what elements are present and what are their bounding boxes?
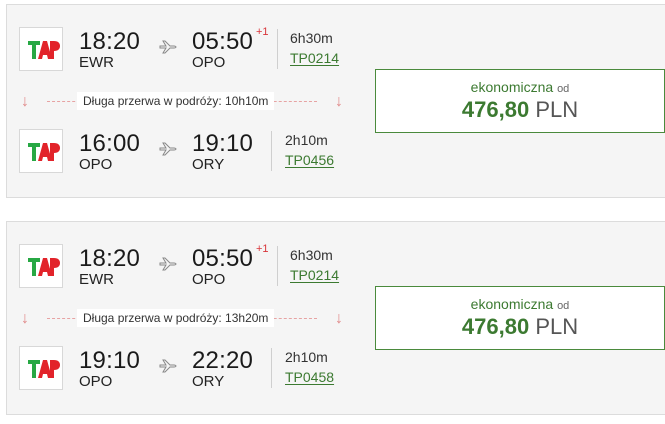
price-button[interactable]: ekonomiczna od 476,80 PLN xyxy=(375,69,665,133)
price-button[interactable]: ekonomiczna od 476,80 PLN xyxy=(375,286,665,350)
plane-icon xyxy=(159,141,177,157)
flight-segment-connecting: 16:00 OPO 19:10 ORY 2h10m TP0456 xyxy=(7,127,377,191)
flight-number-link[interactable]: TP0214 xyxy=(290,50,339,66)
flight-segment-outbound: 18:20 EWR 05:50 +1 OPO 6h30m TP0214 xyxy=(7,242,377,306)
tap-logo xyxy=(19,27,63,71)
departure-time: 18:20 xyxy=(79,28,141,55)
price-amount: 476,80 PLN xyxy=(461,314,579,339)
arrival-airport: ORY xyxy=(192,156,225,173)
flight-segment-connecting: 19:10 OPO 22:20 ORY 2h10m TP0458 xyxy=(7,344,377,408)
next-day-badge: +1 xyxy=(256,243,269,255)
flight-number-link[interactable]: TP0458 xyxy=(285,369,334,385)
departure-time: 18:20 xyxy=(79,245,141,272)
flight-duration: 6h30m xyxy=(290,30,333,46)
arrival-time: 05:50 xyxy=(192,28,254,55)
flight-number-link[interactable]: TP0456 xyxy=(285,152,334,168)
departure-airport: OPO xyxy=(79,373,113,390)
departure-time: 19:10 xyxy=(79,347,141,374)
arrow-down-icon: ↓ xyxy=(21,93,29,110)
next-day-badge: +1 xyxy=(256,26,269,38)
divider xyxy=(271,348,272,388)
flight-duration: 2h10m xyxy=(285,349,328,365)
departure-airport: OPO xyxy=(79,156,113,173)
flight-result-card: 18:20 EWR 05:50 +1 OPO 6h30m TP0214 ↓ Dł… xyxy=(6,221,665,415)
departure-airport: EWR xyxy=(79,271,114,288)
plane-icon xyxy=(159,39,177,55)
arrow-down-icon: ↓ xyxy=(21,310,29,327)
fare-class: ekonomiczna od xyxy=(470,79,570,95)
arrival-airport: ORY xyxy=(192,373,225,390)
plane-icon xyxy=(159,256,177,272)
departure-airport: EWR xyxy=(79,54,114,71)
layover-row: ↓ Długa przerwa w podróży: 13h20m ↓ xyxy=(7,308,377,330)
arrival-airport: OPO xyxy=(192,271,226,288)
flight-segment-outbound: 18:20 EWR 05:50 +1 OPO 6h30m TP0214 xyxy=(7,25,377,89)
flight-result-card: 18:20 EWR 05:50 +1 OPO 6h30m TP0214 ↓ Dł… xyxy=(6,4,665,198)
divider xyxy=(271,131,272,171)
layover-info: Długa przerwa w podróży: 10h10m xyxy=(77,92,275,110)
divider xyxy=(277,29,278,69)
tap-logo xyxy=(19,346,63,390)
layover-info: Długa przerwa w podróży: 13h20m xyxy=(77,309,275,327)
layover-row: ↓ Długa przerwa w podróży: 10h10m ↓ xyxy=(7,91,377,113)
flight-number-link[interactable]: TP0214 xyxy=(290,267,339,283)
arrow-down-icon: ↓ xyxy=(335,93,343,110)
arrow-down-icon: ↓ xyxy=(335,310,343,327)
fare-class: ekonomiczna od xyxy=(470,296,570,312)
departure-time: 16:00 xyxy=(79,130,141,157)
price-amount: 476,80 PLN xyxy=(461,97,579,122)
arrival-airport: OPO xyxy=(192,54,226,71)
flight-duration: 2h10m xyxy=(285,132,328,148)
arrival-time: 19:10 xyxy=(192,130,254,157)
plane-icon xyxy=(159,358,177,374)
tap-logo xyxy=(19,244,63,288)
arrival-time: 22:20 xyxy=(192,347,254,374)
divider xyxy=(277,246,278,286)
flight-duration: 6h30m xyxy=(290,247,333,263)
arrival-time: 05:50 xyxy=(192,245,254,272)
tap-logo xyxy=(19,129,63,173)
